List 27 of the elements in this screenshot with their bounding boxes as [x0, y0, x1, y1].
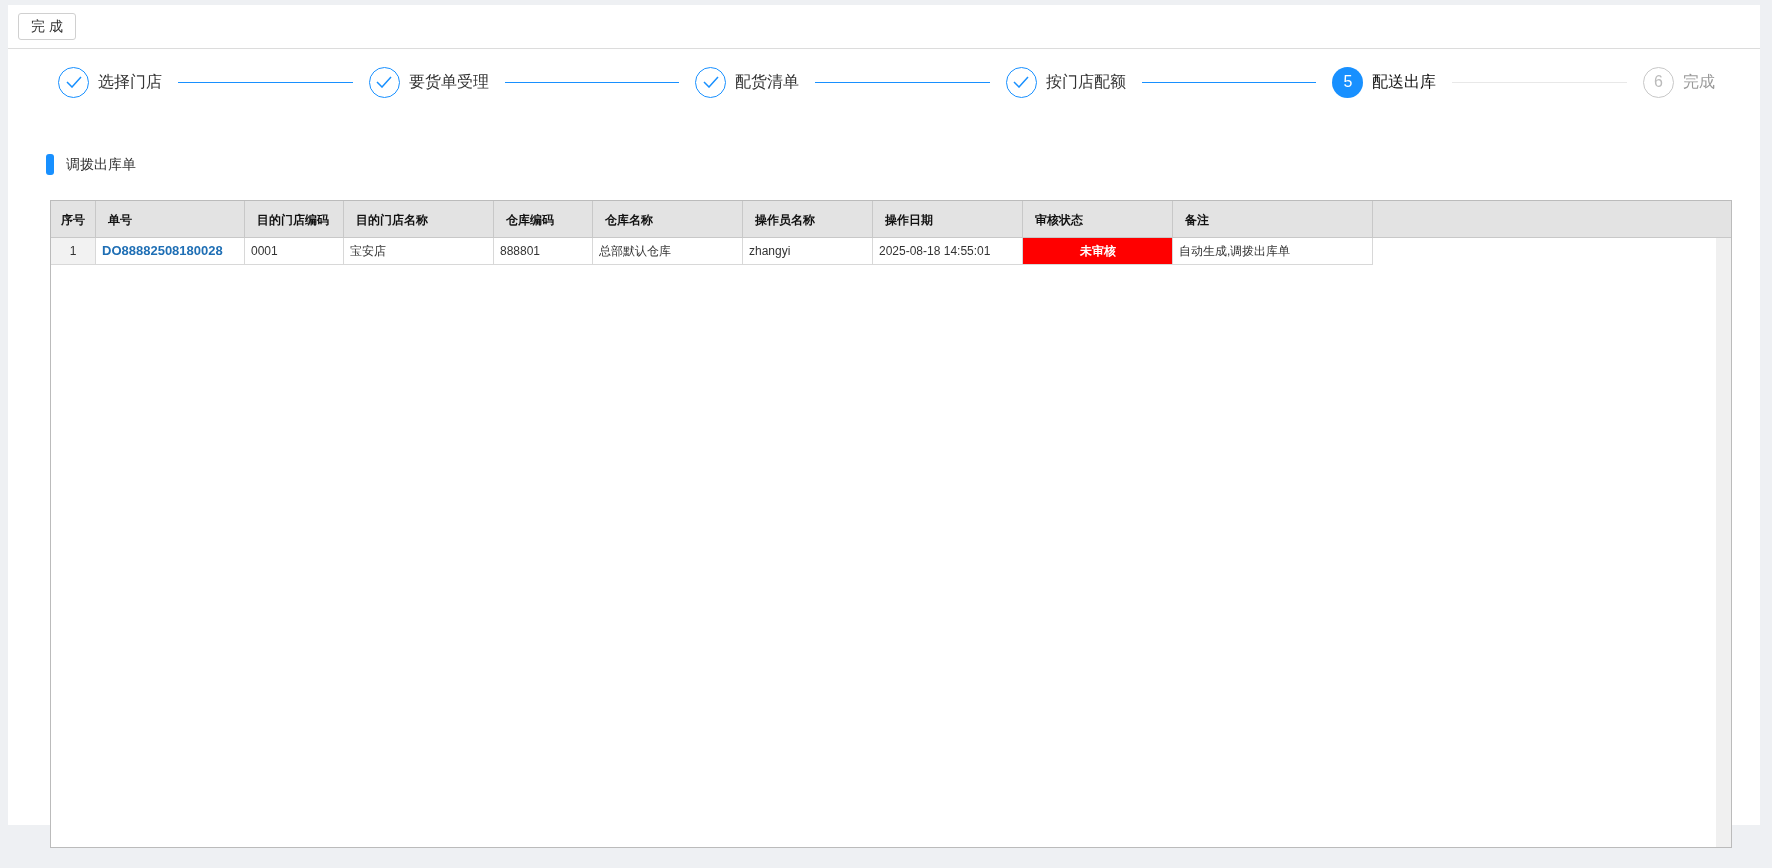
status-cell: 未审核	[1023, 238, 1173, 265]
step-label: 要货单受理	[408, 72, 489, 92]
column-header: 备注	[1173, 201, 1373, 238]
table-cell: 宝安店	[344, 238, 494, 265]
column-header: 目的门店名称	[344, 201, 494, 238]
table-cell: zhangyi	[743, 238, 873, 265]
section-title: 调拨出库单	[66, 155, 136, 174]
column-header: 操作员名称	[743, 201, 873, 238]
column-header: 操作日期	[873, 201, 1023, 238]
step-label: 选择门店	[98, 72, 162, 92]
step-label: 配货清单	[735, 72, 800, 92]
column-header: 目的门店编码	[245, 201, 344, 238]
step-label: 按门店配额	[1045, 72, 1126, 92]
table-cell: 自动生成,调拨出库单	[1173, 238, 1373, 265]
section-marker	[46, 154, 54, 175]
column-header: 单号	[96, 201, 245, 238]
table-cell: 总部默认仓库	[593, 238, 743, 265]
table-cell: 0001	[245, 238, 344, 265]
column-header: 仓库编码	[494, 201, 593, 238]
step-label: 配送出库	[1372, 72, 1437, 92]
table-cell: 888801	[494, 238, 593, 265]
step-number: 5	[1332, 66, 1364, 98]
order-link[interactable]: DO88882508180028	[96, 238, 245, 265]
step-label: 完成	[1682, 72, 1715, 92]
column-header: 仓库名称	[593, 201, 743, 238]
done-button[interactable]: 完 成	[18, 13, 76, 40]
row-number: 1	[51, 238, 96, 265]
